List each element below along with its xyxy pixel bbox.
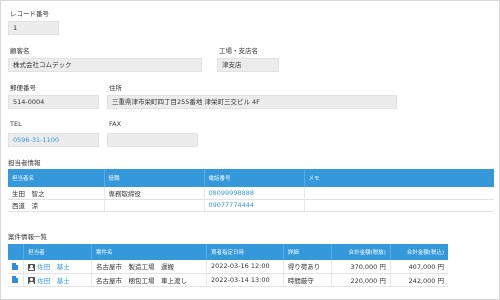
table-row: 生田 智之 専務取締役 08099998888 (8, 187, 494, 200)
contacts-col-name: 担当者名 (8, 169, 104, 187)
deal-date: 2022-03-16 12:00 (206, 260, 284, 274)
table-row: 西道 涼 09077774444 (8, 199, 494, 212)
deals-table: 担当者 案件名 買者指定日時 詳細 合計金額(税抜) 合計金額(税込) 佐田 基… (8, 244, 448, 287)
record-detail-panel: レコード番号 1 顧客名 株式会社コムデック 工場・支店名 津支店 郵便番号 5… (0, 0, 500, 300)
user-icon (28, 277, 36, 284)
deal-name: 名古屋市 製造工場 運搬 (90, 260, 207, 274)
contact-phone-link[interactable]: 09077774444 (203, 199, 304, 212)
table-row: 佐田 基士 名古屋市 梱包工場 車上渡し 2022-03-14 13:00 時間… (8, 273, 448, 287)
deal-detail: 時間厳守 (282, 273, 332, 287)
deal-name: 名古屋市 梱包工場 車上渡し (90, 273, 207, 287)
deal-total-in: 407,000 円 (389, 260, 448, 274)
contact-phone-link[interactable]: 08099998888 (203, 187, 304, 200)
document-icon[interactable] (12, 262, 18, 270)
deals-col-owner: 担当者 (23, 244, 92, 260)
deals-col-total-ex: 合計金額(税抜) (331, 244, 391, 260)
deal-owner-link[interactable]: 佐田 基士 (37, 263, 70, 271)
deal-total-ex: 220,000 円 (331, 273, 391, 287)
postal-code-label: 郵便番号 (10, 84, 36, 92)
fax-field (107, 133, 198, 147)
deals-col-date: 買者指定日時 (206, 244, 284, 260)
address-field: 三重県津市栄町四丁目255番地 津栄町三交ビル 4F (107, 95, 397, 109)
deals-col-total-in: 合計金額(税込) (389, 244, 448, 260)
contact-position: 専務取締役 (103, 187, 204, 200)
tel-link[interactable]: 0596-31-1100 (8, 133, 99, 147)
contact-name: 西道 涼 (8, 199, 104, 212)
deals-header-row: 担当者 案件名 買者指定日時 詳細 合計金額(税抜) 合計金額(税込) (8, 244, 448, 260)
contacts-section-title: 担当者情報 (8, 159, 41, 167)
branch-name-field: 津支店 (217, 58, 279, 72)
table-row: 佐田 基士 名古屋市 製造工場 運搬 2022-03-16 12:00 得り荷あ… (8, 260, 448, 274)
customer-name-field: 株式会社コムデック (8, 58, 202, 72)
contacts-col-phone: 電話番号 (203, 169, 304, 187)
fax-label: FAX (109, 120, 122, 128)
open-record-button[interactable] (8, 273, 24, 287)
contact-memo (303, 199, 494, 212)
contacts-header-row: 担当者名 役職 電話番号 メモ (8, 169, 494, 187)
deal-date: 2022-03-14 13:00 (206, 273, 284, 287)
deal-detail: 得り荷あり (282, 260, 332, 274)
user-icon (28, 263, 36, 271)
record-number-label: レコード番号 (10, 10, 49, 18)
deal-owner-link[interactable]: 佐田 基士 (37, 277, 70, 285)
deal-owner-cell: 佐田 基士 (23, 273, 92, 287)
contact-name: 生田 智之 (8, 187, 104, 200)
deal-total-ex: 370,000 円 (331, 260, 391, 274)
tel-label: TEL (10, 120, 22, 128)
deals-col-name: 案件名 (90, 244, 207, 260)
contact-memo (303, 187, 494, 200)
deal-owner-cell: 佐田 基士 (23, 260, 92, 274)
record-number-field: 1 (8, 21, 59, 35)
document-icon[interactable] (12, 276, 18, 283)
postal-code-field: 514-0004 (8, 95, 99, 109)
deal-total-in: 242,000 円 (389, 273, 448, 287)
contacts-table: 担当者名 役職 電話番号 メモ 生田 智之 専務取締役 08099998888 … (8, 169, 494, 212)
open-record-button[interactable] (8, 260, 24, 274)
deals-section-title: 案件情報一覧 (8, 233, 47, 241)
contacts-col-memo: メモ (303, 169, 494, 187)
customer-name-label: 顧客名 (10, 47, 30, 55)
deals-col-icon (8, 244, 24, 260)
branch-name-label: 工場・支店名 (219, 47, 258, 55)
contacts-col-position: 役職 (103, 169, 204, 187)
address-label: 住所 (109, 84, 122, 92)
contact-position (103, 199, 204, 212)
deals-col-detail: 詳細 (282, 244, 332, 260)
